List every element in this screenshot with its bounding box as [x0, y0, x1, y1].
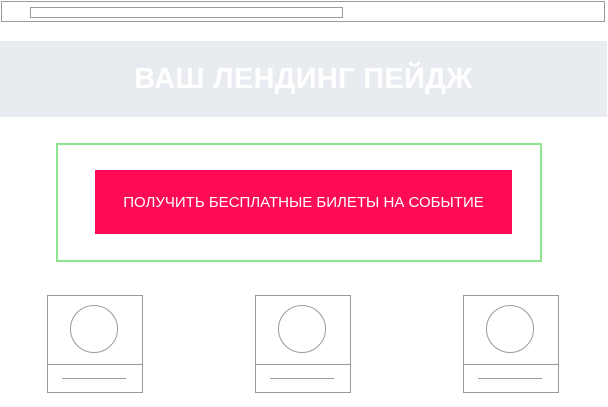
card-text-placeholder — [62, 378, 126, 379]
page-title: ВАШ ЛЕНДИНГ ПЕЙДЖ — [134, 62, 473, 95]
card-divider — [48, 364, 142, 365]
get-free-tickets-button[interactable]: ПОЛУЧИТЬ БЕСПЛАТНЫЕ БИЛЕТЫ НА СОБЫТИЕ — [95, 170, 512, 234]
avatar-circle-icon — [278, 305, 326, 353]
card-divider — [464, 364, 558, 365]
address-bar[interactable] — [30, 7, 343, 18]
feature-card — [47, 295, 143, 393]
card-text-placeholder — [270, 378, 334, 379]
hero-banner: ВАШ ЛЕНДИНГ ПЕЙДЖ — [0, 41, 607, 117]
browser-frame — [1, 1, 605, 22]
feature-card — [463, 295, 559, 393]
feature-card — [255, 295, 351, 393]
avatar-circle-icon — [70, 305, 118, 353]
card-text-placeholder — [478, 378, 542, 379]
avatar-circle-icon — [486, 305, 534, 353]
card-divider — [256, 364, 350, 365]
